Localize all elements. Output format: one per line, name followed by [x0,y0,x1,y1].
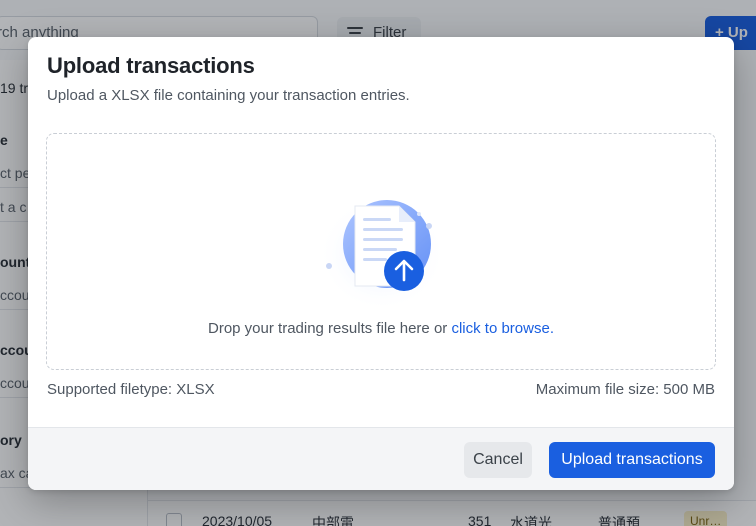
dialog-subtitle: Upload a XLSX file containing your trans… [47,87,410,104]
upload-transactions-dialog: Upload transactions Upload a XLSX file c… [28,37,734,490]
file-dropzone[interactable]: Drop your trading results file here or c… [46,133,716,370]
dropzone-text: Drop your trading results file here or [208,320,452,337]
upload-transactions-button[interactable]: Upload transactions [549,442,715,478]
document-upload-icon [318,190,446,306]
dialog-footer: Cancel Upload transactions [28,427,734,490]
supported-filetype: Supported filetype: XLSX [47,381,215,398]
cancel-button[interactable]: Cancel [464,442,532,478]
dropzone-instructions: Drop your trading results file here or c… [47,320,715,337]
browse-link[interactable]: click to browse. [451,320,554,337]
dialog-title: Upload transactions [47,53,255,78]
max-file-size: Maximum file size: 500 MB [535,381,715,398]
